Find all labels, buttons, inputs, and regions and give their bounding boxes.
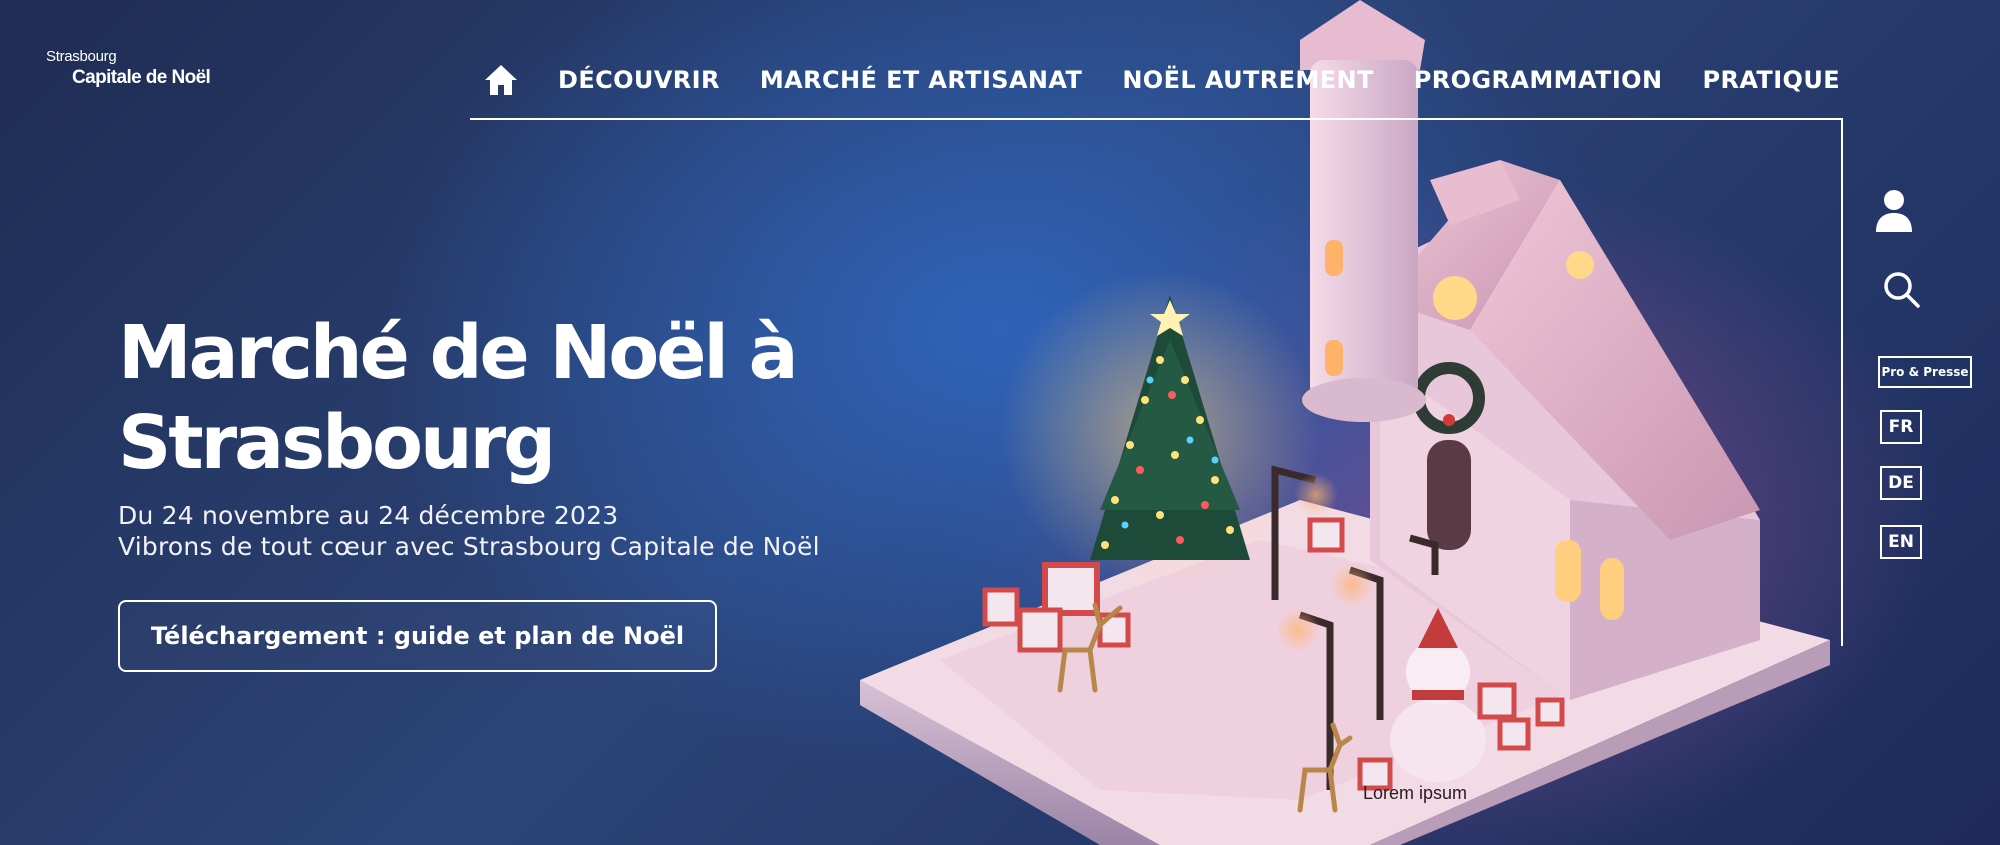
lang-en-button[interactable]: EN — [1880, 525, 1922, 559]
search-button[interactable] — [1882, 270, 1922, 310]
nav-item-programmation[interactable]: PROGRAMMATION — [1414, 66, 1663, 94]
lang-fr-button[interactable]: FR — [1880, 410, 1922, 444]
nav-frame-line — [470, 118, 1843, 120]
hero-title: Marché de Noël à Strasbourg — [118, 308, 818, 488]
search-icon — [1884, 272, 1920, 308]
user-icon — [1876, 190, 1912, 232]
nav-item-pratique[interactable]: PRATIQUE — [1702, 66, 1840, 94]
lang-de-button[interactable]: DE — [1880, 466, 1922, 500]
hero-subtitle: Du 24 novembre au 24 décembre 2023 Vibro… — [118, 500, 820, 562]
site-logo[interactable]: Strasbourg Capitale de Noël — [46, 48, 211, 89]
home-icon — [485, 65, 517, 95]
download-guide-button[interactable]: Téléchargement : guide et plan de Noël — [118, 600, 717, 672]
main-nav: DÉCOUVRIR MARCHÉ ET ARTISANAT NOËL AUTRE… — [482, 56, 1840, 104]
nav-item-decouvrir[interactable]: DÉCOUVRIR — [558, 66, 720, 94]
nav-item-noel-autrement[interactable]: NOËL AUTREMENT — [1122, 66, 1373, 94]
logo-city: Strasbourg — [46, 48, 117, 65]
hero-tagline: Vibrons de tout cœur avec Strasbourg Cap… — [118, 532, 820, 561]
illustration-caption: Lorem ipsum — [1363, 783, 1468, 803]
hero-dates: Du 24 novembre au 24 décembre 2023 — [118, 501, 619, 530]
account-button[interactable] — [1874, 188, 1914, 234]
home-button[interactable] — [482, 61, 520, 99]
hero-title-line2: Strasbourg — [118, 400, 556, 486]
pro-presse-button[interactable]: Pro & Presse — [1878, 356, 1972, 388]
hero-title-line1: Marché de Noël à — [118, 310, 799, 396]
nav-item-marche-artisanat[interactable]: MARCHÉ ET ARTISANAT — [760, 66, 1082, 94]
logo-tagline: Capitale de Noël — [72, 67, 211, 88]
frame-vertical-line — [1841, 118, 1843, 646]
